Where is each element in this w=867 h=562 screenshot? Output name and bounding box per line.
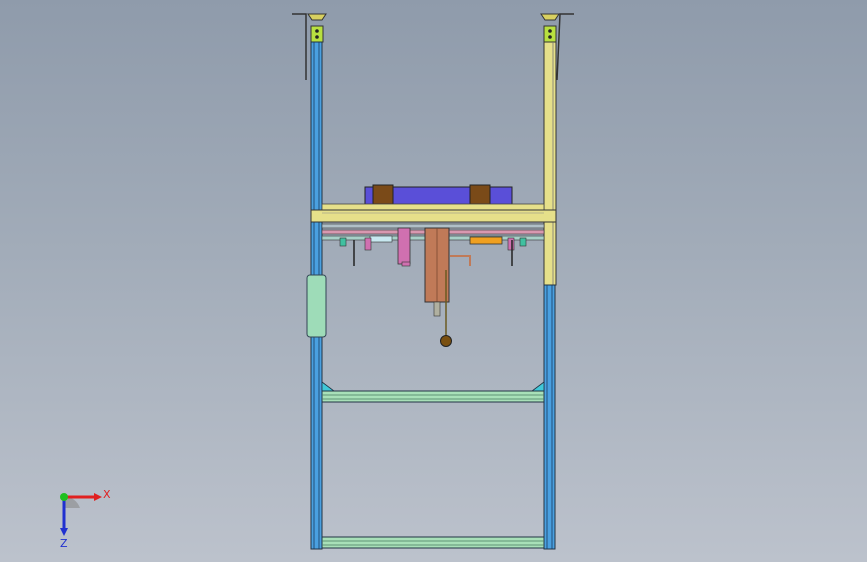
left-side-pad	[306, 274, 327, 338]
z-axis-label: Z	[60, 537, 68, 548]
cross-beam	[310, 209, 557, 223]
lower-frame	[321, 381, 545, 549]
assembly-front-view[interactable]	[0, 0, 867, 562]
y-axis-dot	[60, 493, 68, 501]
top-plate	[321, 184, 545, 211]
right-post-upper	[543, 41, 557, 286]
cad-viewport[interactable]: X Z	[0, 0, 867, 562]
vertical-column	[424, 227, 452, 347]
right-post-lower	[543, 284, 556, 550]
x-axis-label: X	[103, 488, 111, 501]
coordinate-triad: X Z	[60, 488, 111, 548]
